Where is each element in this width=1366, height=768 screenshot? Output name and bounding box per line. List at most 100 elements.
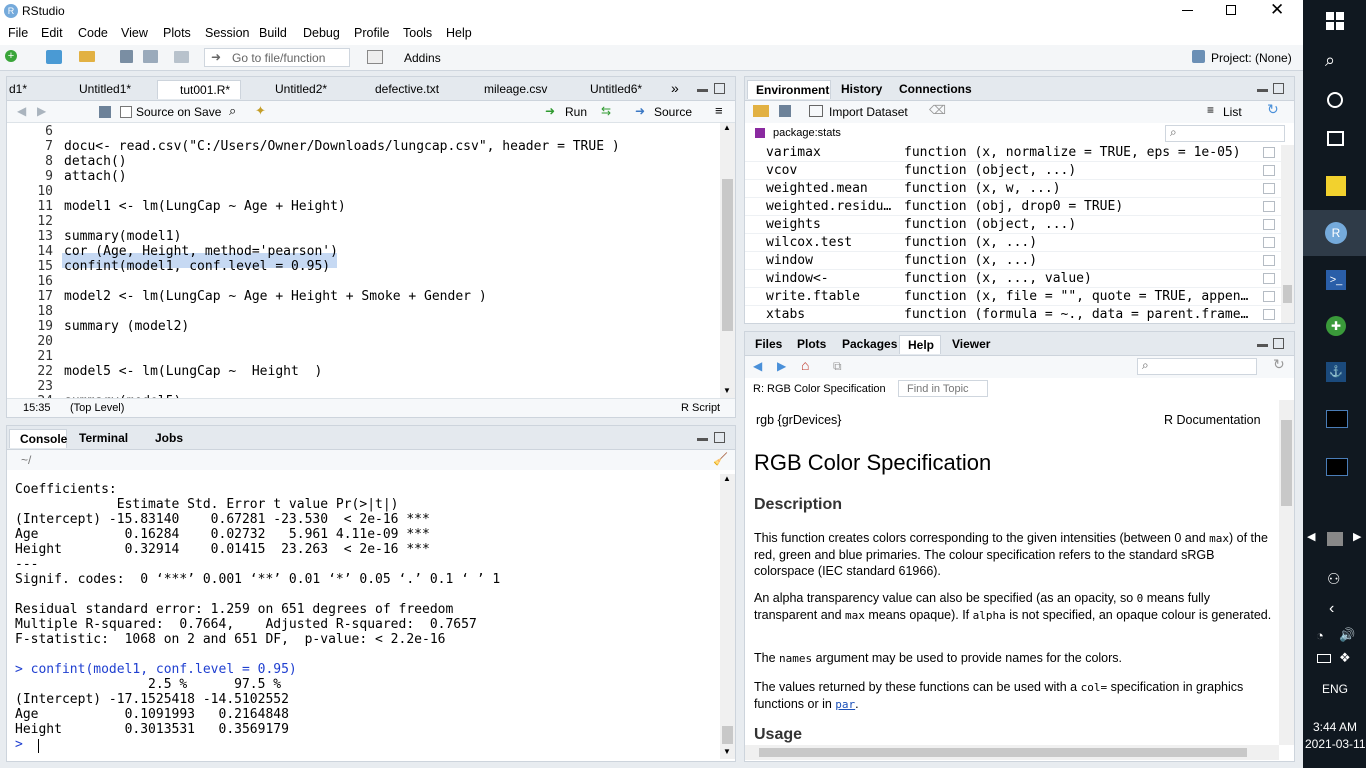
minimize-console-icon[interactable] xyxy=(697,438,708,441)
refresh-env-icon[interactable]: ↻ xyxy=(1267,101,1279,118)
source-button[interactable]: Source xyxy=(654,105,692,119)
mysql-shell-icon-2[interactable] xyxy=(1326,458,1348,476)
view-function-icon[interactable] xyxy=(1263,201,1275,212)
env-row[interactable]: window function (x, ...) xyxy=(745,252,1281,270)
view-function-icon[interactable] xyxy=(1263,183,1275,194)
close-icon[interactable]: ✕ xyxy=(1270,0,1284,20)
search-taskbar-icon[interactable]: ⌕ xyxy=(1325,50,1335,71)
file-type[interactable]: R Script xyxy=(681,402,720,414)
help-scroll-thumb[interactable] xyxy=(1281,420,1292,506)
help-search-input[interactable]: ⌕ xyxy=(1137,358,1257,375)
print-icon[interactable] xyxy=(174,51,189,63)
tableau-icon[interactable]: ✚ xyxy=(1326,316,1346,336)
view-function-icon[interactable] xyxy=(1263,255,1275,266)
tray-scroll[interactable]: ◀ ▶ xyxy=(1303,530,1366,548)
tab-untitled6[interactable]: Untitled6* xyxy=(590,80,642,99)
help-hscrollbar[interactable] xyxy=(745,745,1279,760)
goto-file-input[interactable]: ➜ Go to file/function xyxy=(204,48,350,67)
tab-history[interactable]: History xyxy=(841,80,882,99)
menu-build[interactable]: Build xyxy=(259,26,287,40)
tray-right-icon[interactable]: ▶ xyxy=(1353,530,1361,543)
menu-file[interactable]: File xyxy=(8,26,28,40)
env-row[interactable]: wilcox.test function (x, ...) xyxy=(745,234,1281,252)
clock-date[interactable]: 2021-03-11 xyxy=(1305,737,1366,751)
load-workspace-icon[interactable] xyxy=(753,105,769,117)
menu-tools[interactable]: Tools xyxy=(403,26,432,40)
tab-packages[interactable]: Packages xyxy=(842,335,897,354)
wifi-icon[interactable]: ◔ xyxy=(1316,628,1324,643)
view-function-icon[interactable] xyxy=(1263,165,1275,176)
save-icon[interactable] xyxy=(120,50,133,63)
addins-label[interactable]: Addins xyxy=(404,51,441,65)
open-file-icon[interactable] xyxy=(79,51,95,62)
language-indicator[interactable]: ENG xyxy=(1322,682,1348,696)
maximize-help-icon[interactable] xyxy=(1273,338,1284,349)
tab-jobs[interactable]: Jobs xyxy=(155,429,183,448)
outline-icon[interactable]: ≡ xyxy=(715,103,723,118)
tab-viewer[interactable]: Viewer xyxy=(952,335,990,354)
powershell-icon[interactable]: >_ xyxy=(1326,270,1346,290)
console-scroll-down-icon[interactable]: ▼ xyxy=(723,747,731,756)
tab-defective[interactable]: defective.txt xyxy=(375,80,439,99)
home-icon[interactable]: ⌂ xyxy=(801,357,809,373)
view-function-icon[interactable] xyxy=(1263,219,1275,230)
save-workspace-icon[interactable] xyxy=(779,105,791,117)
env-scroll-thumb[interactable] xyxy=(1283,285,1292,303)
grid-icon[interactable] xyxy=(367,50,383,64)
tab-help[interactable]: Help xyxy=(899,335,941,354)
sticky-notes-icon[interactable] xyxy=(1326,176,1346,196)
people-icon[interactable]: ⚇ xyxy=(1327,570,1340,588)
rstudio-taskbar-active[interactable]: R xyxy=(1303,210,1366,256)
show-hidden-icon[interactable]: ‹ xyxy=(1329,600,1334,618)
minimize-icon[interactable] xyxy=(1182,10,1193,11)
help-refresh-icon[interactable]: ↻ xyxy=(1273,356,1285,373)
clear-console-icon[interactable]: 🧹 xyxy=(713,452,728,466)
view-function-icon[interactable] xyxy=(1263,147,1275,158)
dropbox-icon[interactable]: ❖ xyxy=(1339,650,1351,666)
working-directory[interactable]: ~/ xyxy=(21,453,31,467)
env-row[interactable]: weighted.residu… function (obj, drop0 = T… xyxy=(745,198,1281,216)
env-row[interactable]: vcov function (object, ...) xyxy=(745,162,1281,180)
env-row[interactable]: weighted.mean function (x, w, ...) xyxy=(745,180,1281,198)
par-link[interactable]: par xyxy=(835,698,855,711)
editor-scroll-thumb[interactable] xyxy=(722,179,733,331)
menu-profile[interactable]: Profile xyxy=(354,26,389,40)
more-tabs-icon[interactable]: » xyxy=(671,80,679,96)
menu-help[interactable]: Help xyxy=(446,26,472,40)
help-forward-icon[interactable]: ▶ xyxy=(777,359,786,373)
console-output[interactable]: Coefficients: Estimate Std. Error t valu… xyxy=(7,474,720,759)
console-scrollbar[interactable]: ▲ ▼ xyxy=(720,474,735,759)
new-file-icon[interactable]: + xyxy=(5,50,17,62)
tab-terminal[interactable]: Terminal xyxy=(79,429,128,448)
tab-plots[interactable]: Plots xyxy=(797,335,826,354)
save-all-icon[interactable] xyxy=(143,50,158,63)
back-arrow-icon[interactable]: ◀ xyxy=(17,104,26,118)
run-button[interactable]: Run xyxy=(565,105,587,119)
scroll-down-icon[interactable]: ▼ xyxy=(723,386,731,395)
minimize-env-icon[interactable] xyxy=(1257,89,1268,92)
env-row[interactable]: xtabs function (formula = ~., data = pare… xyxy=(745,306,1281,323)
tray-left-icon[interactable]: ◀ xyxy=(1307,530,1315,543)
project-label[interactable]: Project: (None) xyxy=(1211,51,1292,65)
help-topic-selector[interactable]: R: RGB Color Specification xyxy=(753,383,886,395)
rerun-icon[interactable]: ⇆ xyxy=(601,104,611,118)
view-function-icon[interactable] xyxy=(1263,237,1275,248)
mysql-icon[interactable]: ⚓ xyxy=(1326,362,1346,382)
view-function-icon[interactable] xyxy=(1263,291,1275,302)
maximize-env-icon[interactable] xyxy=(1273,83,1284,94)
wand-icon[interactable]: ✦ xyxy=(255,103,266,119)
new-project-icon[interactable] xyxy=(46,50,62,64)
env-row[interactable]: write.ftable function (x, file = "", quot… xyxy=(745,288,1281,306)
minimize-pane-icon[interactable] xyxy=(697,89,708,92)
minimize-help-icon[interactable] xyxy=(1257,344,1268,347)
tab-files[interactable]: Files xyxy=(755,335,782,354)
tab-environment[interactable]: Environment xyxy=(747,80,831,99)
clock-time[interactable]: 3:44 AM xyxy=(1313,720,1357,734)
help-hscroll-thumb[interactable] xyxy=(759,748,1247,757)
tab-untitled1[interactable]: Untitled1* xyxy=(79,80,131,99)
find-in-topic-input[interactable]: Find in Topic xyxy=(898,380,988,397)
source-arrow-icon[interactable]: ➜ xyxy=(635,104,645,118)
tab-connections[interactable]: Connections xyxy=(899,80,972,99)
env-row[interactable]: varimax function (x, normalize = TRUE, ep… xyxy=(745,145,1281,162)
package-selector[interactable]: package:stats xyxy=(773,127,841,139)
